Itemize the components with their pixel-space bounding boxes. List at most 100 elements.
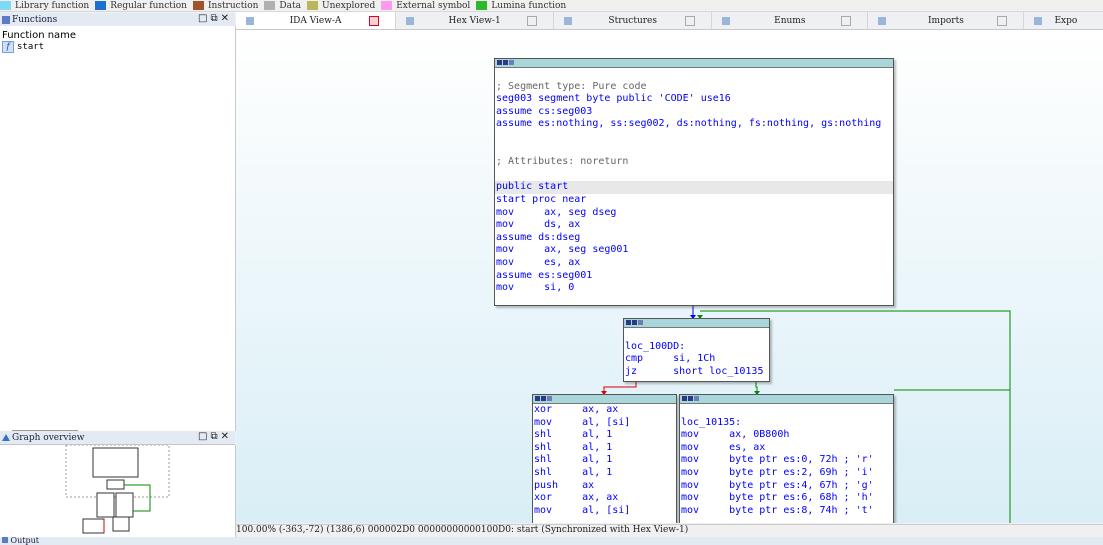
code-line[interactable]: mov byte ptr es:4, 67h ; 'g' (680, 480, 893, 493)
code-line[interactable]: ; Segment type: Pure code (495, 81, 893, 94)
block-graph-icon[interactable] (688, 396, 693, 401)
code-line[interactable]: public start (495, 181, 893, 194)
legend-swatch (476, 1, 488, 10)
close-icon[interactable]: ✕ (221, 431, 232, 442)
close-icon[interactable] (527, 15, 538, 26)
block-graph-icon[interactable] (632, 320, 637, 325)
code-line[interactable]: shl al, 1 (533, 442, 676, 455)
block-header[interactable] (533, 395, 676, 404)
code-line[interactable]: xor ax, ax (533, 404, 676, 417)
float-icon[interactable]: ⧉ (210, 13, 220, 24)
close-icon[interactable]: ✕ (221, 13, 232, 24)
disassembly-graph[interactable]: ; Segment type: Pure code seg003 segment … (236, 30, 1103, 523)
code-line[interactable]: mov al, [si] (533, 417, 676, 430)
code-line[interactable]: start proc near (495, 194, 893, 207)
code-line[interactable]: shl al, 1 (533, 467, 676, 480)
code-line[interactable]: assume es:nothing, ss:seg002, ds:nothing… (495, 118, 893, 131)
block-color-icon[interactable] (535, 396, 540, 401)
legend-swatch (306, 1, 318, 10)
tab-hex-view-1[interactable]: Hex View-1 (396, 12, 555, 29)
hex-view-icon (406, 16, 415, 25)
code-block-loc-100dd[interactable]: loc_100DD: cmp si, 1Ch jz short loc_10135 (623, 318, 770, 382)
block-header[interactable] (680, 395, 893, 404)
tab-enums[interactable]: Enums (712, 12, 869, 29)
output-panel-titlebar[interactable]: Output (0, 537, 1103, 545)
code-line[interactable] (495, 169, 893, 182)
block-list-icon[interactable] (509, 60, 514, 65)
code-line[interactable]: assume es:seg001 (495, 270, 893, 283)
graph-overview-titlebar[interactable]: Graph overview □⧉✕ (0, 431, 235, 445)
code-line[interactable]: mov ax, seg dseg (495, 207, 893, 220)
block-graph-icon[interactable] (541, 396, 546, 401)
code-line[interactable]: ; Attributes: noreturn (495, 156, 893, 169)
code-line[interactable]: mov es, ax (495, 257, 893, 270)
block-color-icon[interactable] (626, 320, 631, 325)
code-line[interactable]: loc_100DD: (624, 341, 769, 354)
close-icon[interactable] (369, 15, 380, 26)
block-header[interactable] (495, 59, 893, 68)
code-line[interactable]: mov ax, seg seg001 (495, 244, 893, 257)
functions-panel-titlebar[interactable]: Functions □⧉✕ (0, 13, 235, 27)
block-list-icon[interactable] (638, 320, 643, 325)
function-icon: f (2, 41, 14, 53)
code-line[interactable]: shl al, 1 (533, 429, 676, 442)
legend-swatch (0, 1, 11, 10)
functions-list[interactable]: Function name f start (0, 26, 236, 437)
legend-item: Regular function (95, 1, 187, 11)
block-list-icon[interactable] (547, 396, 552, 401)
code-block-loc-10135[interactable]: loc_10135: mov ax, 0B800h mov es, ax mov by… (679, 394, 894, 523)
restore-icon[interactable]: □ (198, 431, 210, 442)
tab-exports[interactable]: Expo (1024, 12, 1103, 29)
block-color-icon[interactable] (682, 396, 687, 401)
function-name-header[interactable]: Function name (0, 26, 235, 41)
code-block-start[interactable]: ; Segment type: Pure code seg003 segment … (494, 58, 894, 306)
code-line[interactable]: mov es, ax (680, 442, 893, 455)
code-line[interactable]: cmp si, 1Ch (624, 353, 769, 366)
code-line[interactable]: jz short loc_10135 (624, 366, 769, 379)
code-line[interactable]: mov al, [si] (533, 505, 676, 518)
function-item-start[interactable]: f start (0, 41, 235, 53)
code-line[interactable]: mov byte ptr es:6, 68h ; 'h' (680, 492, 893, 505)
ida-view-icon (246, 16, 254, 25)
code-line[interactable]: mov ds, ax (495, 219, 893, 232)
block-graph-icon[interactable] (503, 60, 508, 65)
legend-label: Regular function (110, 0, 187, 11)
tab-structures[interactable]: Structures (554, 12, 713, 29)
code-line[interactable] (680, 404, 893, 417)
tab-label: Enums (774, 15, 806, 26)
code-line[interactable] (624, 328, 769, 341)
graph-overview-canvas[interactable] (0, 444, 236, 537)
code-line[interactable]: mov byte ptr es:8, 74h ; 't' (680, 505, 893, 518)
close-icon[interactable] (841, 15, 852, 26)
tab-label: IDA View-A (289, 15, 342, 26)
code-line[interactable]: assume ds:dseg (495, 232, 893, 245)
output-panel-title: Output (10, 536, 39, 545)
close-icon[interactable] (685, 15, 696, 26)
code-line[interactable] (495, 131, 893, 144)
block-lines: loc_100DD: cmp si, 1Ch jz short loc_10135 (624, 328, 769, 378)
code-line[interactable]: push ax (533, 480, 676, 493)
code-line[interactable]: mov byte ptr es:0, 72h ; 'r' (680, 454, 893, 467)
code-line[interactable]: mov ax, 0B800h (680, 429, 893, 442)
code-line[interactable]: loc_10135: (680, 417, 893, 430)
tab-imports[interactable]: Imports (868, 12, 1025, 29)
legend-item: Library function (0, 1, 89, 11)
code-line[interactable] (495, 144, 893, 157)
code-line[interactable] (495, 68, 893, 81)
code-line[interactable]: xor ax, ax (533, 492, 676, 505)
block-header[interactable] (624, 319, 769, 328)
code-line[interactable]: seg003 segment byte public 'CODE' use16 (495, 93, 893, 106)
restore-icon[interactable]: □ (198, 13, 210, 24)
close-icon[interactable] (997, 15, 1008, 26)
code-line[interactable]: mov si, 0 (495, 282, 893, 295)
code-line[interactable]: shl al, 1 (533, 454, 676, 467)
tab-ida-view-a[interactable]: IDA View-A (236, 12, 397, 29)
block-color-icon[interactable] (497, 60, 502, 65)
code-line[interactable]: mov byte ptr es:2, 69h ; 'i' (680, 467, 893, 480)
legend-item: Instruction (192, 1, 258, 11)
code-line[interactable]: assume cs:seg003 (495, 106, 893, 119)
block-list-icon[interactable] (694, 396, 699, 401)
graph-overview-minimap (65, 444, 170, 534)
code-block-loop-body[interactable]: xor ax, ax mov al, [si] shl al, 1 shl al, 1… (532, 394, 677, 523)
float-icon[interactable]: ⧉ (210, 431, 220, 442)
